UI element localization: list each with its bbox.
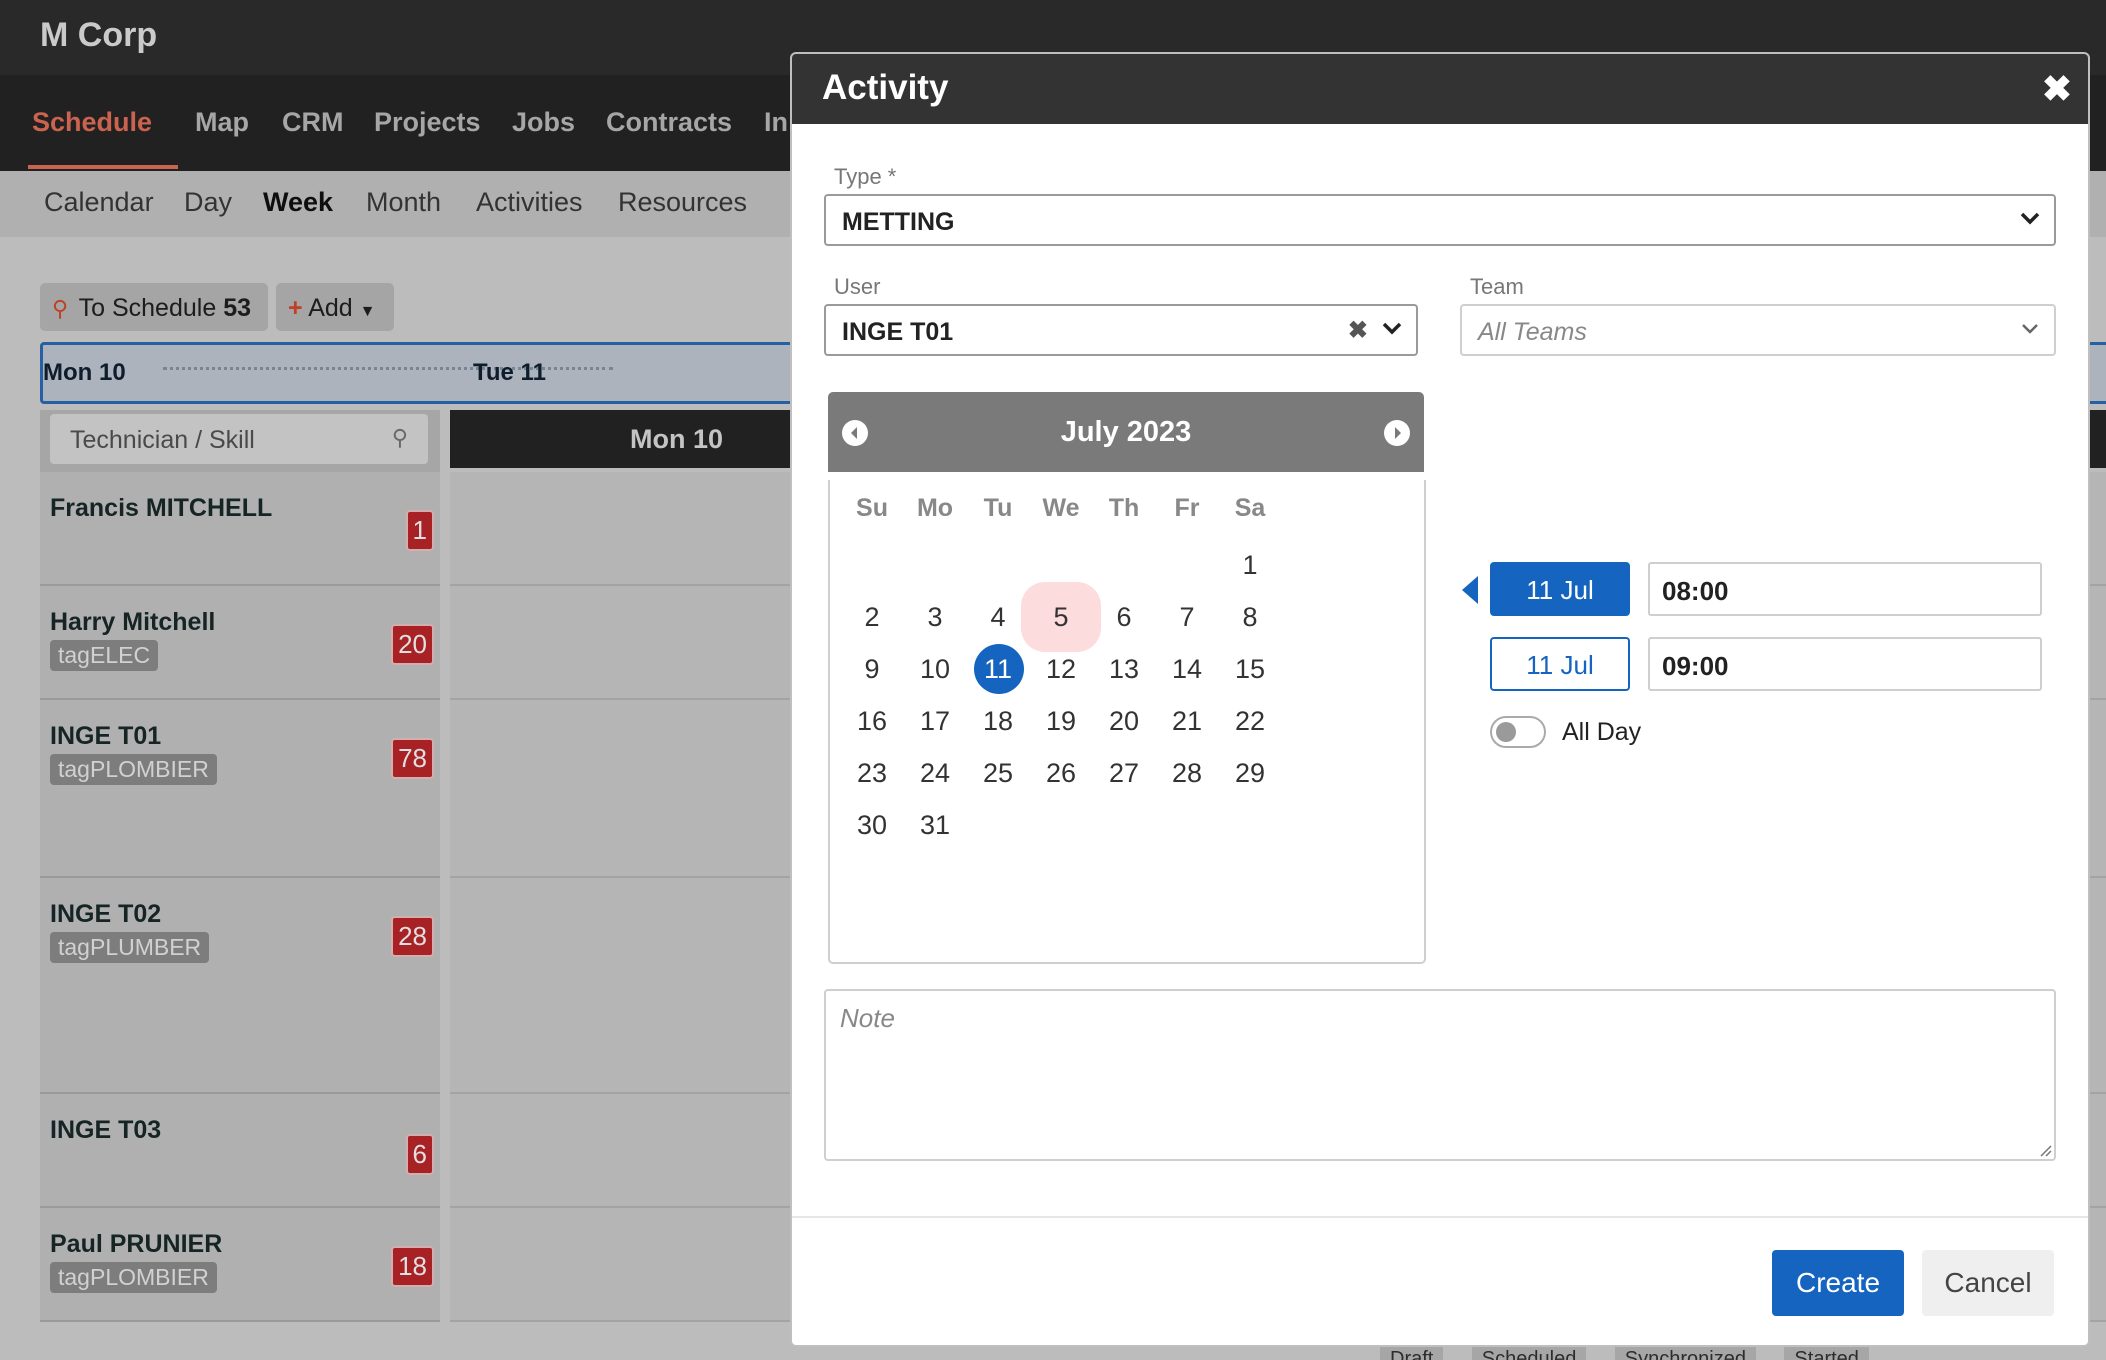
day-number: 9 bbox=[864, 654, 880, 684]
team-label: Team bbox=[1470, 274, 1524, 299]
user-value: INGE T01 bbox=[842, 318, 954, 346]
weekday-label: Tu bbox=[983, 494, 1013, 522]
day-number: 5 bbox=[1053, 602, 1069, 632]
team-select[interactable]: All Teams bbox=[1460, 304, 2056, 356]
end-date-button[interactable]: 11 Jul bbox=[1490, 637, 1630, 691]
type-select[interactable]: METTING bbox=[824, 194, 2056, 246]
chevron-down-icon bbox=[2020, 212, 2040, 225]
start-date-button[interactable]: 11 Jul bbox=[1490, 562, 1630, 616]
day-number: 8 bbox=[1242, 602, 1258, 632]
day-number: 26 bbox=[1045, 758, 1077, 788]
modal-header: Activity ✖ bbox=[792, 54, 2088, 124]
day-number: 30 bbox=[856, 810, 888, 840]
chevron-down-icon bbox=[2022, 324, 2038, 334]
user-label: User bbox=[834, 274, 881, 299]
modal-title: Activity bbox=[822, 68, 949, 107]
day-number: 27 bbox=[1108, 758, 1140, 788]
calendar-header: July 2023 bbox=[828, 392, 1424, 472]
type-label: Type * bbox=[834, 164, 897, 189]
day-number: 2 bbox=[864, 602, 880, 632]
day-number: 4 bbox=[990, 602, 1006, 632]
weekday-label: Th bbox=[1108, 494, 1140, 522]
day-number: 7 bbox=[1179, 602, 1195, 632]
day-number: 22 bbox=[1234, 706, 1266, 736]
next-month-icon[interactable] bbox=[1384, 420, 1410, 446]
day-number: 6 bbox=[1116, 602, 1132, 632]
day-number: 13 bbox=[1108, 654, 1140, 684]
create-button[interactable]: Create bbox=[1772, 1250, 1904, 1316]
day-number: 15 bbox=[1234, 654, 1266, 684]
day-number: 31 bbox=[919, 810, 951, 840]
day-number: 20 bbox=[1108, 706, 1140, 736]
day-number: 3 bbox=[927, 602, 943, 632]
day-number: 14 bbox=[1171, 654, 1203, 684]
day-number: 17 bbox=[919, 706, 951, 736]
weekday-label: Fr bbox=[1174, 494, 1200, 522]
clear-icon[interactable]: ✖ bbox=[1348, 316, 1368, 345]
all-day-toggle[interactable] bbox=[1490, 716, 1546, 748]
day-number: 12 bbox=[1045, 654, 1077, 684]
weekday-label: We bbox=[1042, 494, 1080, 522]
day-number: 19 bbox=[1045, 706, 1077, 736]
cancel-button[interactable]: Cancel bbox=[1922, 1250, 2054, 1316]
chevron-down-icon bbox=[1382, 322, 1402, 335]
user-select[interactable]: INGE T01 ✖ bbox=[824, 304, 1418, 356]
all-day-label: All Day bbox=[1562, 718, 1642, 746]
weekday-label: Su bbox=[856, 494, 888, 522]
calendar-month-title: July 2023 bbox=[1060, 416, 1192, 448]
weekday-label: Mo bbox=[916, 494, 954, 522]
day-number: 10 bbox=[919, 654, 951, 684]
note-textarea[interactable]: Note bbox=[824, 989, 2056, 1161]
calendar-day[interactable]: 29 bbox=[1210, 738, 1290, 808]
close-icon[interactable]: ✖ bbox=[2042, 68, 2072, 110]
day-number: 28 bbox=[1171, 758, 1203, 788]
day-number: 16 bbox=[856, 706, 888, 736]
team-placeholder: All Teams bbox=[1478, 318, 1587, 346]
day-number: 29 bbox=[1234, 758, 1266, 788]
day-number: 24 bbox=[919, 758, 951, 788]
weekday-label: Sa bbox=[1234, 494, 1266, 522]
day-number: 25 bbox=[982, 758, 1014, 788]
end-time-input[interactable]: 09:00 bbox=[1648, 637, 2042, 691]
day-number: 21 bbox=[1171, 706, 1203, 736]
note-placeholder: Note bbox=[840, 1003, 895, 1033]
resize-grip-icon[interactable] bbox=[2036, 1141, 2052, 1157]
day-number: 1 bbox=[1242, 550, 1258, 580]
calendar-grid: Su Mo Tu We Th Fr Sa 1 2 3 4 5 6 7 8 9 10 11 12 13 14 15 16 17… bbox=[828, 480, 1426, 964]
footer-divider bbox=[792, 1216, 2088, 1218]
type-value: METTING bbox=[842, 208, 955, 236]
toggle-knob bbox=[1496, 722, 1516, 742]
start-time-input[interactable]: 08:00 bbox=[1648, 562, 2042, 616]
caret-left-icon bbox=[1462, 576, 1478, 604]
day-number: 23 bbox=[856, 758, 888, 788]
activity-modal: Activity ✖ Type * METTING User INGE T01 … bbox=[790, 52, 2090, 1347]
day-number: 11 bbox=[983, 654, 1013, 684]
day-number: 18 bbox=[982, 706, 1014, 736]
calendar-day[interactable]: 31 bbox=[895, 790, 975, 860]
